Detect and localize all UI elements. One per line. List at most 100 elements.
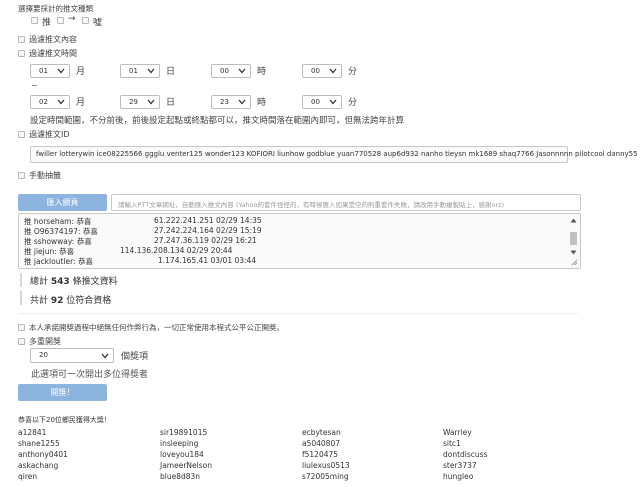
valid-count: 92 [50,296,64,306]
end-minute-select[interactable]: 00 [302,95,342,109]
start-hour-select[interactable]: 00 [211,64,251,78]
winner-name: f5120475 [302,450,339,459]
log-user: 推 sshowway: 恭喜 [24,237,92,246]
winner-name: qiren [18,472,38,481]
chevron-down-icon [57,99,65,105]
log-info: 27.242.224.164 02/29 15:19 [154,226,262,235]
log-info: 1.174.165.41 03/01 03:44 [158,256,257,265]
type-boo-checkbox[interactable] [82,17,89,24]
scroll-up-icon[interactable] [570,218,577,223]
filter-id-label: 過濾推文ID [29,130,70,139]
import-url-placeholder: 請輸入PTT文章網址，自動匯入推文內容 (Yahoo的套件怪怪的，有時候匯入如果… [118,200,505,209]
multi-draw-label: 多重開獎 [29,337,61,346]
winner-name: shane1255 [18,439,60,448]
multi-draw-checkbox[interactable] [18,338,25,345]
chevron-down-icon [147,99,155,105]
end-hour-value: 23 [220,98,229,106]
end-month-value: 02 [39,98,48,106]
unit-hour: 時 [257,67,267,77]
chevron-down-icon [147,68,155,74]
log-user: 推 O96374197: 恭喜 [24,227,98,236]
unit-month: 月 [76,98,86,108]
end-day-value: 29 [129,98,138,106]
log-info: 61.222.241.251 02/29 14:35 [154,216,262,225]
winner-name: s72005ming [302,472,349,481]
start-minute-value: 00 [311,67,320,75]
filter-time-label: 過濾推文時間 [29,49,77,58]
winner-name: blue8d83n [160,472,201,481]
log-row: 推 jackloutler: 恭喜 1.174.165.41 03/01 03:4… [24,256,256,267]
prize-count-value: 20 [39,351,48,359]
winner-name: JameerNelson [160,461,212,470]
manual-draw-checkbox[interactable] [18,172,25,179]
unit-day: 日 [166,98,176,108]
type-arrow-checkbox[interactable] [57,17,64,24]
draw-button[interactable]: 開獎！ [18,384,107,401]
end-month-select[interactable]: 02 [30,95,70,109]
divider [18,12,88,13]
agree-label: 本人承諾開獎過程中絕無任何作弊行為，一切正常使用本程式公平公正開獎。 [29,323,284,332]
log-user: 推 jackloutler: 恭喜 [24,257,93,266]
filter-time-checkbox[interactable] [18,50,25,57]
manual-draw-label: 手動抽籤 [29,171,61,180]
winner-name: askachang [18,461,59,470]
filter-id-value: fwiller lotterywin ice08225566 ggglu ven… [36,150,638,158]
filter-id-checkbox[interactable] [18,131,25,138]
multi-draw-hint: 此選項可一次開出多位得獎者 [31,370,149,380]
total-suffix: 條推文資料 [72,277,118,287]
scroll-down-icon[interactable] [570,250,577,255]
start-minute-select[interactable]: 00 [302,64,342,78]
winner-name: dontdiscuss [443,450,488,459]
type-push-label: 推 [42,18,52,28]
resize-handle-icon[interactable] [571,259,578,266]
type-boo-label: 噓 [93,18,103,28]
filter-id-input[interactable]: fwiller lotterywin ice08225566 ggglu ven… [30,146,638,163]
agree-checkbox[interactable] [18,324,25,331]
winner-name: sitc1 [443,439,461,448]
end-minute-value: 00 [311,98,320,106]
end-day-select[interactable]: 29 [120,95,160,109]
log-user: 推 horseham: 恭喜 [24,217,92,226]
type-push-checkbox[interactable] [31,17,38,24]
comment-log-textarea[interactable]: 推 horseham: 恭喜 61.222.241.251 02/29 14:35… [18,213,581,269]
winner-name: sir19891015 [160,428,208,437]
filter-content-checkbox[interactable] [18,36,25,43]
unit-month: 月 [76,67,86,77]
log-user: 推 jiejun: 恭喜 [24,247,75,256]
prize-count-select[interactable]: 20 [30,348,114,363]
chevron-down-icon [238,99,246,105]
chevron-down-icon [101,353,109,359]
start-month-select[interactable]: 01 [30,64,70,78]
chevron-down-icon [329,68,337,74]
winner-name: insleeping [160,439,199,448]
type-arrow-label: → [68,14,76,24]
unit-minute: 分 [348,98,358,108]
winner-name: hungleo [443,472,474,481]
start-day-select[interactable]: 01 [120,64,160,78]
winners-heading: 恭喜以下20位鄉民獲得大獎！ [18,416,111,424]
winner-name: loveyou184 [160,450,204,459]
start-month-value: 01 [39,67,48,75]
winner-name: a5040807 [302,439,340,448]
scroll-thumb[interactable] [570,232,577,245]
start-day-value: 01 [129,67,138,75]
log-info: 27.247.36.119 02/29 16:21 [154,236,257,245]
total-count-text: 總計 543 條推文資料 [30,274,118,287]
unit-hour: 時 [257,98,267,108]
unit-day: 日 [166,67,176,77]
time-range-separator: ~ [31,81,38,90]
winner-name: Warriey [443,428,472,437]
winner-name: anthony0401 [18,450,68,459]
stats-accent-bar [20,273,22,287]
stats-accent-bar [20,291,22,305]
winner-name: liulexus0513 [302,461,350,470]
import-url-input[interactable]: 請輸入PTT文章網址，自動匯入推文內容 (Yahoo的套件怪怪的，有時候匯入如果… [111,194,581,211]
winner-name: ecbytesan [302,428,341,437]
divider [18,313,578,314]
valid-count-text: 共計 92 位符合資格 [30,293,111,306]
import-button[interactable]: 匯入網頁 [18,194,107,211]
chevron-down-icon [329,99,337,105]
valid-prefix: 共計 [30,296,49,306]
filter-content-label: 過濾推文內容 [29,35,77,44]
end-hour-select[interactable]: 23 [211,95,251,109]
